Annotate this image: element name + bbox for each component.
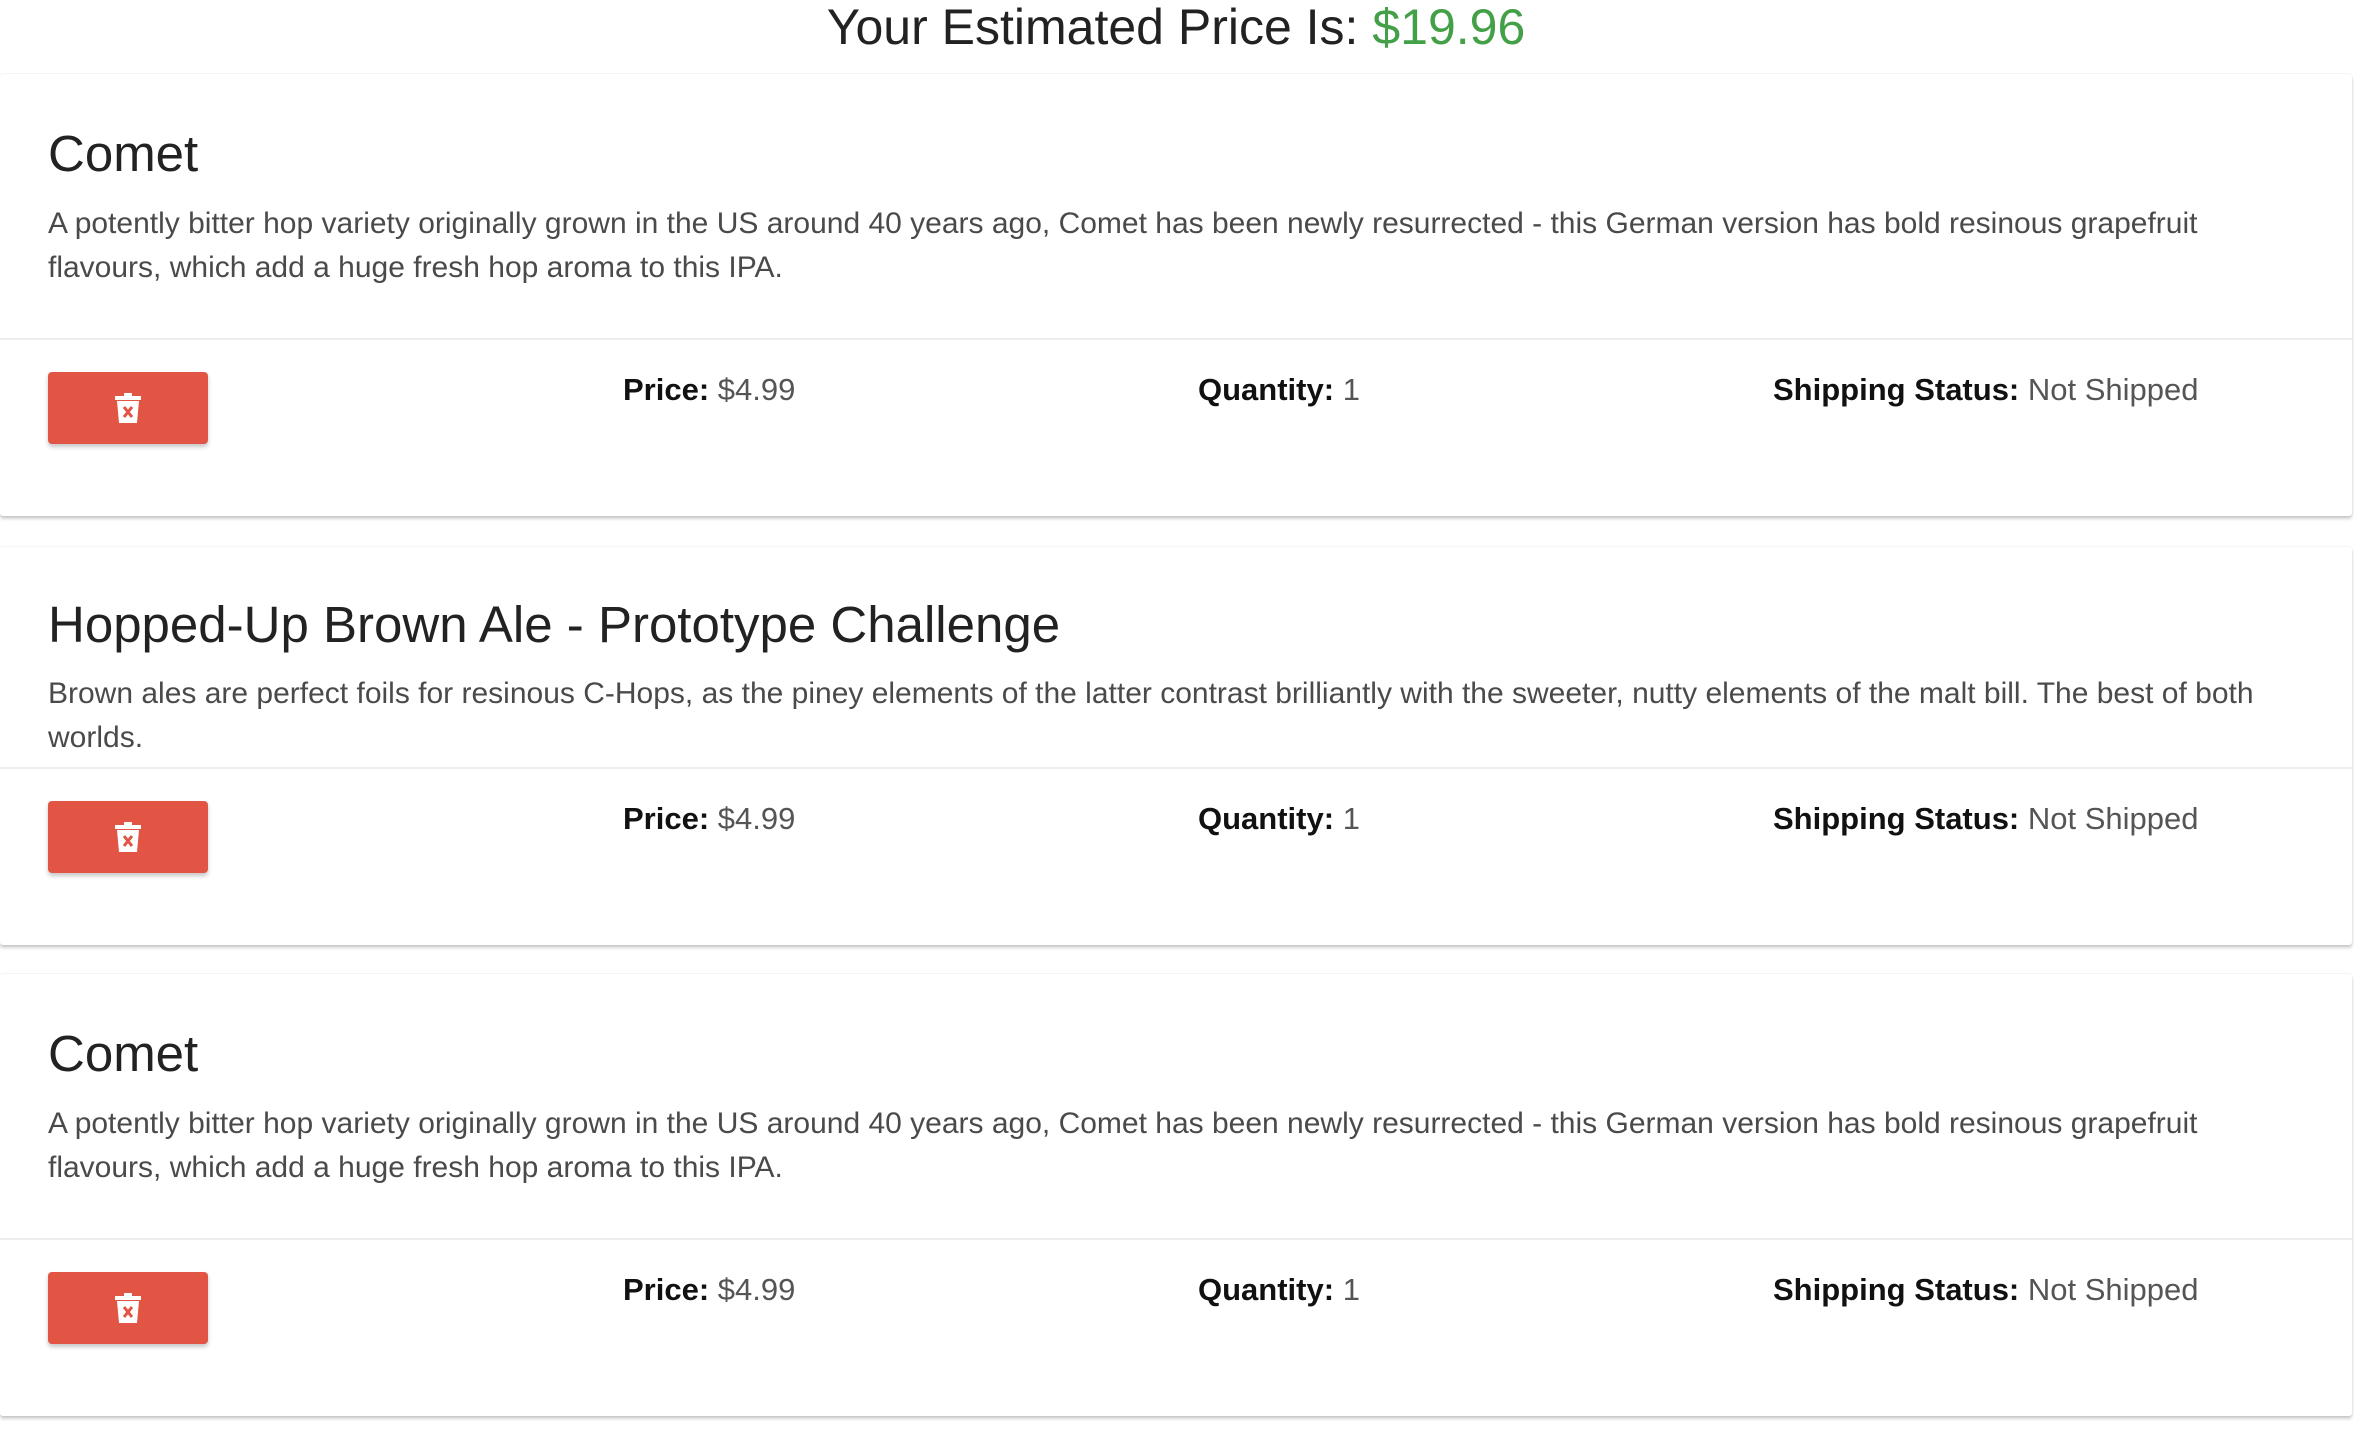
price-label: Price: — [623, 801, 710, 836]
cart-page: Your Estimated Price Is: $19.96 Comet A … — [0, 0, 2360, 1434]
estimated-price-label: Your Estimated Price Is: — [826, 0, 1359, 55]
quantity-label: Quantity: — [1198, 801, 1335, 836]
item-description: A potently bitter hop variety originally… — [48, 207, 2198, 284]
item-description: Brown ales are perfect foils for resinou… — [48, 677, 2254, 754]
card-divider — [0, 338, 2352, 340]
item-quantity: Quantity: 1 — [1198, 370, 1360, 410]
item-shipping-status: Shipping Status: Not Shipped — [1773, 799, 2199, 839]
estimated-price-value: $19.96 — [1372, 0, 1526, 55]
item-shipping-status: Shipping Status: Not Shipped — [1773, 1270, 2199, 1310]
item-quantity: Quantity: 1 — [1198, 1270, 1360, 1310]
quantity-label: Quantity: — [1198, 372, 1335, 407]
delete-item-button[interactable] — [48, 372, 208, 444]
card-divider — [0, 1238, 2352, 1240]
price-value: $4.99 — [717, 801, 796, 836]
shipping-status-label: Shipping Status: — [1773, 1272, 2020, 1307]
item-description: A potently bitter hop variety originally… — [48, 1107, 2198, 1184]
shipping-status-value: Not Shipped — [2027, 372, 2199, 407]
cart-item-card: Comet A potently bitter hop variety orig… — [0, 974, 2352, 1416]
estimated-price-header: Your Estimated Price Is: $19.96 — [0, 0, 2352, 72]
quantity-value: 1 — [1342, 801, 1360, 836]
cart-item-card: Comet A potently bitter hop variety orig… — [0, 74, 2352, 516]
shipping-status-value: Not Shipped — [2027, 801, 2199, 836]
item-price: Price: $4.99 — [623, 1270, 795, 1310]
price-value: $4.99 — [717, 1272, 796, 1307]
item-title: Comet — [48, 125, 199, 182]
price-value: $4.99 — [717, 372, 796, 407]
card-divider — [0, 767, 2352, 769]
item-quantity: Quantity: 1 — [1198, 799, 1360, 839]
delete-item-button[interactable] — [48, 1272, 208, 1344]
item-shipping-status: Shipping Status: Not Shipped — [1773, 370, 2199, 410]
item-price: Price: $4.99 — [623, 370, 795, 410]
shipping-status-label: Shipping Status: — [1773, 372, 2020, 407]
quantity-label: Quantity: — [1198, 1272, 1335, 1307]
price-label: Price: — [623, 372, 710, 407]
shipping-status-label: Shipping Status: — [1773, 801, 2020, 836]
delete-item-button[interactable] — [48, 801, 208, 873]
trash-icon — [115, 393, 141, 423]
quantity-value: 1 — [1342, 372, 1360, 407]
shipping-status-value: Not Shipped — [2027, 1272, 2199, 1307]
item-price: Price: $4.99 — [623, 799, 795, 839]
quantity-value: 1 — [1342, 1272, 1360, 1307]
item-title: Comet — [48, 1025, 199, 1082]
cart-item-card: Hopped-Up Brown Ale - Prototype Challeng… — [0, 547, 2352, 945]
price-label: Price: — [623, 1272, 710, 1307]
item-title: Hopped-Up Brown Ale - Prototype Challeng… — [48, 596, 1061, 653]
trash-icon — [115, 1293, 141, 1323]
trash-icon — [115, 822, 141, 852]
